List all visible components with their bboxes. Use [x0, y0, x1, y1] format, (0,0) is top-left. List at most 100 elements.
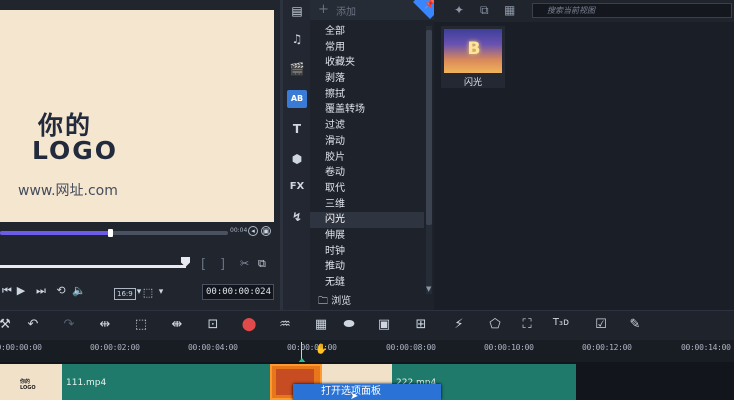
ruler-tick-label: 00:00:08:00: [386, 343, 436, 352]
video-editor-window: 你的 LOGO www.网址.com 00:04 ◂ ▣ [ ] ✂ ⧉ ⏮ ▶…: [0, 0, 734, 400]
ruler-tick-label: 00:00:04:00: [188, 343, 238, 352]
scrubber-handle[interactable]: [108, 229, 113, 237]
mark-out-icon[interactable]: ]: [220, 257, 225, 272]
motion-tracking-icon[interactable]: ⊡: [204, 317, 222, 332]
apply-random-icon[interactable]: ✦: [454, 3, 464, 17]
split-screen-icon[interactable]: ⊞: [412, 317, 430, 332]
clip-thumbnail-text: 你的 LOGO: [20, 379, 36, 391]
undo-icon[interactable]: ↶: [24, 317, 42, 332]
scrubber-track[interactable]: [0, 229, 228, 237]
ruler-tick-label: 00:00:10:00: [484, 343, 534, 352]
library-toolbar: ✦ ⧉ ▦ ⌕ 搜索当前视图: [434, 0, 734, 22]
category-item[interactable]: 常用: [310, 40, 424, 56]
scrubber-progress: [0, 231, 110, 235]
preview-canvas[interactable]: 你的 LOGO www.网址.com: [0, 10, 274, 222]
browse-button[interactable]: 🗀 浏览: [310, 293, 424, 310]
category-item[interactable]: 全部: [310, 24, 424, 40]
category-item[interactable]: 三维: [310, 197, 424, 213]
speed-icon[interactable]: ⇼: [168, 317, 186, 332]
thumbnail-letter: B: [467, 39, 481, 59]
folder-icon: 🗀: [318, 296, 328, 307]
timecode-field[interactable]: 00:00:00:024: [202, 284, 274, 300]
3d-title-icon[interactable]: T₃ᴅ: [552, 317, 570, 328]
timeline-toolbar: ⚒ ↶ ↷ ⇹ ⬚ ⇼ ⊡ ⬤ ♒ ▦ ⬬ ▣ ⊞ ⚡ ⬠ ⛶ T₃ᴅ ☑ ✎: [0, 310, 734, 340]
category-item[interactable]: 收藏夹: [310, 55, 424, 71]
media-icon[interactable]: ▤: [287, 2, 307, 20]
filter-fx-icon[interactable]: FX: [287, 178, 307, 196]
graphics-icon[interactable]: ⬢: [287, 150, 307, 168]
transition-icon[interactable]: AB: [287, 90, 307, 108]
trim-bar[interactable]: [0, 265, 186, 268]
category-item[interactable]: 胶片: [310, 150, 424, 166]
repeat-icon[interactable]: ⟲: [54, 284, 68, 297]
flash-thumbnail-image: B: [444, 29, 502, 73]
category-item[interactable]: 伸展: [310, 228, 424, 244]
category-scroll-thumb[interactable]: [426, 30, 432, 225]
category-item[interactable]: 过滤: [310, 118, 424, 134]
mark-in-icon[interactable]: [: [201, 257, 206, 272]
chevron-down-icon[interactable]: ▾: [154, 287, 168, 297]
go-to-end-icon[interactable]: ⏭: [34, 284, 48, 298]
redo-icon[interactable]: ↷: [60, 317, 78, 332]
category-list: 全部 常用 收藏夹 剥落 擦拭 覆盖转场 过滤 滑动 胶片 卷动 取代 三维 闪光 伸展 时钟 推动 无缝: [310, 24, 424, 291]
time-remap-icon[interactable]: ⚡: [450, 317, 468, 332]
timeline-ruler[interactable]: 00:00:00:00 00:00:02:00 00:00:04:00 00:0…: [0, 340, 734, 362]
play-icon[interactable]: ▶: [14, 284, 28, 297]
record-capture-icon[interactable]: ⬚: [132, 317, 150, 332]
mouse-pointer-icon: ➤: [350, 391, 359, 400]
audio-wave-icon[interactable]: ♒: [276, 317, 294, 332]
ruler-tick-label: 00:00:12:00: [582, 343, 632, 352]
category-item[interactable]: 覆盖转场: [310, 102, 424, 118]
library-category-bar: ▤ ♫ 🎬 AB T ⬢ FX ↯: [283, 0, 310, 310]
context-menu-open-options-panel[interactable]: 打开选项面板: [293, 384, 441, 400]
morph-icon[interactable]: ⬠: [486, 317, 504, 332]
thumbnail-label: 闪光: [463, 78, 482, 88]
category-item[interactable]: 时钟: [310, 244, 424, 260]
category-item[interactable]: 取代: [310, 181, 424, 197]
category-item[interactable]: 闪光: [310, 212, 424, 228]
search-input[interactable]: 搜索当前视图: [532, 3, 732, 18]
transition-thumbnail[interactable]: B 闪光: [441, 26, 505, 88]
multicam-icon[interactable]: ▦: [312, 317, 330, 332]
tools-icon[interactable]: ⚒: [0, 317, 14, 332]
scroll-down-icon[interactable]: ▼: [426, 285, 431, 293]
view-options-icon[interactable]: ▦: [504, 3, 515, 17]
edit-icon[interactable]: ✎: [626, 317, 644, 332]
logo-line-2: LOGO: [32, 136, 119, 165]
fit-project-icon[interactable]: ⇹: [96, 317, 114, 332]
scrubber-time: 00:04: [230, 227, 248, 234]
ruler-tick-label: 00:00:00:00: [0, 343, 42, 352]
logo-url: www.网址.com: [18, 183, 118, 199]
mask-icon[interactable]: ⬬: [340, 317, 358, 332]
category-item[interactable]: 卷动: [310, 165, 424, 181]
ruler-tick-label: 00:00:02:00: [90, 343, 140, 352]
motion-path-icon[interactable]: ↯: [287, 208, 307, 226]
instant-project-icon[interactable]: 🎬: [287, 60, 307, 78]
mark-icon[interactable]: ☑: [592, 317, 610, 332]
split-clip-icon[interactable]: ✂: [240, 257, 249, 270]
library-panel: ✦ ⧉ ▦ ⌕ 搜索当前视图 B 闪光: [434, 0, 734, 310]
title-icon[interactable]: T: [287, 120, 307, 138]
audio-icon[interactable]: ♫: [287, 30, 307, 48]
volume-circle-icon[interactable]: ◂: [248, 226, 258, 236]
apply-to-all-icon[interactable]: ⧉: [480, 3, 489, 18]
add-folder-label: 添加: [336, 7, 356, 18]
clip-label: 111.mp4: [66, 378, 107, 388]
volume-icon[interactable]: 🔈: [72, 284, 86, 297]
category-item[interactable]: 剥落: [310, 71, 424, 87]
hand-cursor-icon: ✋: [315, 344, 328, 355]
category-item[interactable]: 滑动: [310, 134, 424, 150]
crop-icon[interactable]: ⬚: [141, 286, 155, 299]
go-to-start-icon[interactable]: ⏮: [0, 284, 14, 298]
category-item[interactable]: 擦拭: [310, 87, 424, 103]
paint-icon[interactable]: ⬤: [240, 317, 258, 332]
subtitle-icon[interactable]: ▣: [375, 317, 393, 332]
ruler-tick-label: 00:00:14:00: [681, 343, 731, 352]
fullscreen-circle-icon[interactable]: ▣: [261, 226, 271, 236]
plus-icon: +: [318, 2, 329, 17]
snapshot-icon[interactable]: ⧉: [258, 257, 266, 271]
category-item[interactable]: 无缝: [310, 275, 424, 291]
category-item[interactable]: 推动: [310, 259, 424, 275]
camera-motion-icon[interactable]: ⛶: [518, 317, 536, 332]
preview-panel: 你的 LOGO www.网址.com 00:04 ◂ ▣ [ ] ✂ ⧉ ⏮ ▶…: [0, 0, 280, 310]
